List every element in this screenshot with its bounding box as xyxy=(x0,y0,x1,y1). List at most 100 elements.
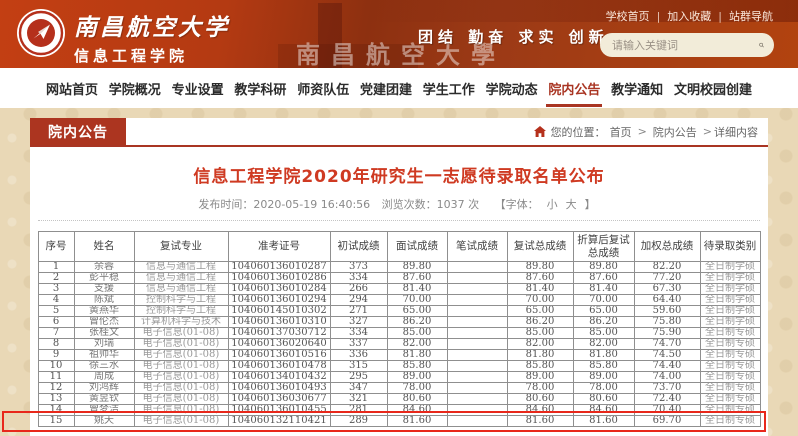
top-link-2[interactable]: 站群导航 xyxy=(729,10,773,23)
breadcrumb-separator-2: > xyxy=(703,125,712,138)
table-cell: 支援 xyxy=(74,284,134,295)
nav-item-9[interactable]: 教学通知 xyxy=(609,70,665,107)
section-tab[interactable]: 院内公告 xyxy=(30,118,126,145)
nav-item-5[interactable]: 党建团建 xyxy=(358,70,414,107)
table-cell xyxy=(447,339,507,350)
table-cell: 15 xyxy=(38,416,74,427)
table-cell: 87.60 xyxy=(507,273,573,284)
table-cell: 78.00 xyxy=(573,383,634,394)
breadcrumb-category-link[interactable]: 院内公告 xyxy=(653,124,697,140)
font-smaller-button[interactable]: 小 xyxy=(547,198,558,211)
table-cell: 全日制专硕 xyxy=(700,350,760,361)
nav-item-10[interactable]: 文明校园创建 xyxy=(672,70,754,107)
font-larger-button[interactable]: 大 xyxy=(566,198,577,211)
table-cell: 104060136010516 xyxy=(228,350,330,361)
table-cell xyxy=(447,350,507,361)
table-cell: 电子信息(01-08) xyxy=(134,372,228,383)
table-cell: 81.40 xyxy=(387,284,447,295)
table-cell: 全日制专硕 xyxy=(700,328,760,339)
table-cell: 81.60 xyxy=(573,416,634,427)
breadcrumb-home-link[interactable]: 首页 xyxy=(610,124,632,140)
table-cell: 84.60 xyxy=(507,405,573,416)
table-cell: 87.60 xyxy=(573,273,634,284)
table-cell: 64.40 xyxy=(634,295,700,306)
table-cell: 78.00 xyxy=(507,383,573,394)
top-link-1[interactable]: 加入收藏 xyxy=(667,10,711,23)
table-cell: 全日制专硕 xyxy=(700,383,760,394)
table-cell xyxy=(447,306,507,317)
nav-item-4[interactable]: 师资队伍 xyxy=(295,70,351,107)
table-cell: 334 xyxy=(330,273,387,284)
table-cell xyxy=(447,262,507,273)
table-cell: 104060136010310 xyxy=(228,317,330,328)
table-cell: 4 xyxy=(38,295,74,306)
table-cell: 81.80 xyxy=(573,350,634,361)
table-cell xyxy=(447,361,507,372)
search-box[interactable] xyxy=(600,33,774,57)
nav-item-2[interactable]: 专业设置 xyxy=(170,70,226,107)
brand-block: 南昌航空大学 信息工程学院 xyxy=(74,8,230,66)
table-cell xyxy=(447,328,507,339)
nav-item-8[interactable]: 院内公告 xyxy=(546,70,602,107)
top-link-0[interactable]: 学校首页 xyxy=(606,10,650,23)
table-cell: 89.00 xyxy=(507,372,573,383)
table-cell: 75.90 xyxy=(634,328,700,339)
table-cell: 104060136010284 xyxy=(228,284,330,295)
nav-item-7[interactable]: 学院动态 xyxy=(484,70,540,107)
table-cell: 10 xyxy=(38,361,74,372)
search-input[interactable] xyxy=(610,38,759,53)
table-cell: 85.80 xyxy=(507,361,573,372)
column-header: 笔试成绩 xyxy=(447,232,507,262)
table-cell: 控制科学与工程 xyxy=(134,306,228,317)
table-cell: 80.60 xyxy=(573,394,634,405)
table-cell: 81.40 xyxy=(507,284,573,295)
table-cell: 信息与通信工程 xyxy=(134,262,228,273)
table-cell: 81.60 xyxy=(387,416,447,427)
table-cell: 67.30 xyxy=(634,284,700,295)
table-cell: 294 xyxy=(330,295,387,306)
school-motto: 团结 勤奋 求实 创新 xyxy=(418,26,609,47)
table-cell: 85.80 xyxy=(387,361,447,372)
table-cell: 黄燕华 xyxy=(74,306,134,317)
table-cell: 86.20 xyxy=(507,317,573,328)
table-row: 6曾伦杰计算机科学与技术10406013601031032786.2086.20… xyxy=(38,317,760,328)
table-cell: 2 xyxy=(38,273,74,284)
table-cell: 电子信息(01-08) xyxy=(134,350,228,361)
table-cell: 85.00 xyxy=(573,328,634,339)
table-cell: 全日制学硕 xyxy=(700,262,760,273)
nav-item-3[interactable]: 教学科研 xyxy=(232,70,288,107)
table-cell: 104060134010432 xyxy=(228,372,330,383)
nav-item-0[interactable]: 网站首页 xyxy=(44,70,100,107)
table-cell: 74.00 xyxy=(634,372,700,383)
table-cell: 65.00 xyxy=(387,306,447,317)
table-cell: 65.00 xyxy=(573,306,634,317)
nav-item-1[interactable]: 学院概况 xyxy=(107,70,163,107)
table-row: 4陈斌控制科学与工程10406013601029429470.0070.0070… xyxy=(38,295,760,306)
font-size-label: 【字体：小大】 xyxy=(491,198,600,211)
table-cell: 104060136020640 xyxy=(228,339,330,350)
column-header: 加权总成绩 xyxy=(634,232,700,262)
table-cell: 77.20 xyxy=(634,273,700,284)
table-cell: 信息与通信工程 xyxy=(134,273,228,284)
breadcrumb-separator: > xyxy=(638,125,647,138)
table-cell: 全日制学硕 xyxy=(700,295,760,306)
table-cell: 74.50 xyxy=(634,350,700,361)
table-cell: 余蓉 xyxy=(74,262,134,273)
table-cell: 73.70 xyxy=(634,383,700,394)
table-cell: 电子信息(01-08) xyxy=(134,416,228,427)
nav-item-6[interactable]: 学生工作 xyxy=(421,70,477,107)
table-cell: 彭平稳 xyxy=(74,273,134,284)
table-cell xyxy=(447,317,507,328)
search-icon[interactable] xyxy=(759,38,764,52)
table-row: 2彭平稳信息与通信工程10406013601028633487.6087.608… xyxy=(38,273,760,284)
table-cell xyxy=(447,372,507,383)
table-cell: 全日制专硕 xyxy=(700,394,760,405)
table-cell xyxy=(447,295,507,306)
table-cell: 69.70 xyxy=(634,416,700,427)
table-cell: 计算机科学与技术 xyxy=(134,317,228,328)
table-cell: 电子信息(01-08) xyxy=(134,405,228,416)
table-cell: 72.40 xyxy=(634,394,700,405)
article-meta: 发布时间：2020-05-19 16:40:56 浏览次数：1037 次 【字体… xyxy=(30,198,768,212)
column-header: 待录取类别 xyxy=(700,232,760,262)
table-cell: 70.00 xyxy=(507,295,573,306)
